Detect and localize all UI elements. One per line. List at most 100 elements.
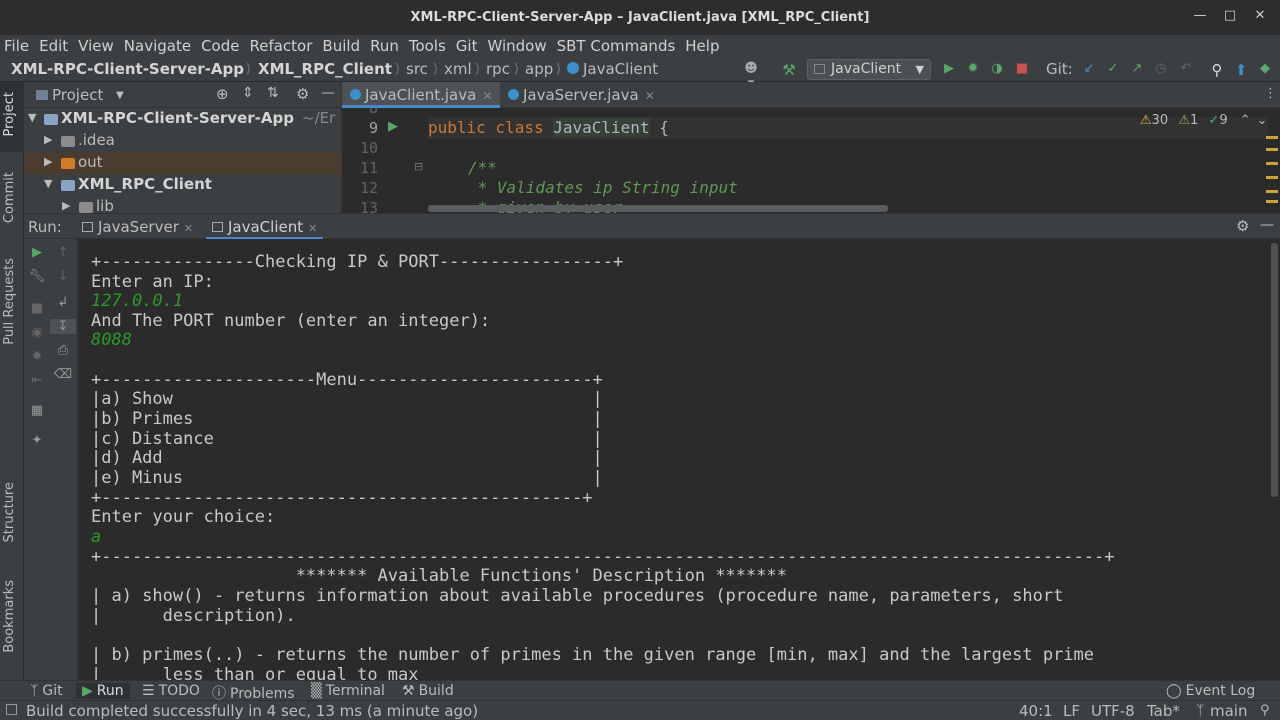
collapse-all-icon[interactable]: ⇕ bbox=[242, 85, 254, 101]
file-encoding[interactable]: UTF-8 bbox=[1091, 702, 1135, 720]
menu-code[interactable]: Code bbox=[201, 37, 239, 55]
git-update-icon[interactable]: ↙ bbox=[1080, 61, 1098, 76]
minimize-icon[interactable]: — bbox=[1190, 8, 1210, 23]
menu-git[interactable]: Git bbox=[456, 37, 478, 55]
horizontal-scrollbar[interactable] bbox=[428, 205, 888, 212]
tree-item-out[interactable]: ▶ out bbox=[24, 152, 342, 174]
bottom-tab-todo[interactable]: ☰ TODO bbox=[142, 683, 200, 699]
debug-icon[interactable]: ✹ bbox=[964, 61, 982, 76]
close-icon[interactable]: ✕ bbox=[1250, 8, 1270, 23]
run-console[interactable]: +---------------Checking IP & PORT------… bbox=[78, 239, 1268, 680]
tool-tab-commit[interactable]: Commit bbox=[2, 172, 17, 223]
menu-help[interactable]: Help bbox=[685, 37, 719, 55]
breadcrumb-file[interactable]: JavaClient bbox=[583, 60, 658, 78]
layout-icon[interactable]: ▦ bbox=[24, 403, 50, 418]
run-configuration-select[interactable]: JavaClient ▼ bbox=[807, 59, 931, 80]
plugin-icon[interactable]: ◆ bbox=[1256, 61, 1274, 76]
menu-navigate[interactable]: Navigate bbox=[124, 37, 191, 55]
breadcrumb-src[interactable]: src bbox=[406, 60, 428, 78]
debug-icon[interactable]: ✹ bbox=[24, 349, 50, 364]
maximize-icon[interactable]: □ bbox=[1220, 8, 1240, 23]
menu-refactor[interactable]: Refactor bbox=[249, 37, 312, 55]
tree-item-idea[interactable]: ▶ .idea bbox=[24, 130, 342, 152]
hide-icon[interactable]: — bbox=[321, 85, 335, 101]
status-message[interactable]: Build completed successfully in 4 sec, 1… bbox=[26, 702, 478, 720]
editor-tab-javaclient[interactable]: JavaClient.java ✕ bbox=[342, 82, 500, 108]
console-scrollbar[interactable] bbox=[1268, 239, 1280, 680]
run-icon[interactable]: ▶ bbox=[940, 61, 958, 76]
rerun-icon[interactable]: ▶ bbox=[24, 245, 50, 260]
tool-tab-structure[interactable]: Structure bbox=[2, 482, 17, 542]
scrollbar-thumb[interactable] bbox=[1271, 243, 1278, 497]
stop-icon[interactable]: ■ bbox=[24, 301, 50, 316]
inspections-widget[interactable]: ⚠30 ⚠1 ✓9 ⌃ ⌄ bbox=[1140, 113, 1268, 128]
tree-item-lib[interactable]: ▶ lib bbox=[24, 196, 342, 213]
breadcrumb-project[interactable]: XML-RPC-Client-Server-App bbox=[11, 60, 244, 78]
error-stripe[interactable] bbox=[1266, 132, 1278, 212]
search-icon[interactable]: ⚲ bbox=[1208, 61, 1226, 79]
breadcrumb-app[interactable]: app bbox=[525, 60, 553, 78]
bottom-tab-run[interactable]: ▶ Run bbox=[76, 683, 130, 699]
run-tab-javaclient[interactable]: JavaClient ✕ bbox=[206, 214, 324, 240]
rollback-icon[interactable]: ↶ bbox=[1177, 61, 1195, 76]
close-tab-icon[interactable]: ✕ bbox=[482, 89, 492, 103]
print-icon[interactable]: ⎙ bbox=[50, 343, 76, 358]
bottom-tab-build[interactable]: ⚒ Build bbox=[402, 683, 454, 699]
coverage-icon[interactable]: ◑ bbox=[988, 61, 1006, 76]
trash-icon[interactable]: ⌫ bbox=[50, 367, 76, 382]
git-commit-icon[interactable]: ✓ bbox=[1104, 61, 1122, 76]
run-tab-javaserver[interactable]: JavaServer ✕ bbox=[76, 214, 199, 240]
git-branch[interactable]: main bbox=[1210, 702, 1247, 720]
ide-update-icon[interactable]: ⬆ bbox=[1232, 61, 1250, 79]
breadcrumb-xml[interactable]: xml bbox=[444, 60, 472, 78]
expand-icon[interactable]: ⇅ bbox=[267, 85, 279, 101]
tree-item-project-root[interactable]: ▼ XML-RPC-Client-Server-App ~/Er bbox=[24, 108, 342, 130]
bottom-tab-event-log[interactable]: ◯ Event Log bbox=[1166, 683, 1255, 699]
menu-tools[interactable]: Tools bbox=[409, 37, 446, 55]
camera-icon[interactable]: ◉ bbox=[24, 325, 50, 340]
chevron-up-icon[interactable]: ⌃ bbox=[1240, 113, 1251, 128]
exit-icon[interactable]: ⇤ bbox=[24, 373, 50, 388]
menu-sbt-commands[interactable]: SBT Commands bbox=[557, 37, 676, 55]
build-hammer-icon[interactable]: ⚒ bbox=[780, 61, 798, 79]
tool-tab-project[interactable]: Project bbox=[2, 92, 17, 136]
editor-tab-javaserver[interactable]: JavaServer.java ✕ bbox=[500, 82, 662, 108]
lock-icon[interactable]: ⚲ bbox=[1260, 703, 1270, 718]
soft-wrap-icon[interactable]: ↲ bbox=[50, 295, 76, 310]
menu-view[interactable]: View bbox=[78, 37, 114, 55]
locate-icon[interactable]: ⊕ bbox=[216, 85, 229, 103]
project-view-select[interactable]: Project bbox=[52, 86, 103, 104]
menu-build[interactable]: Build bbox=[322, 37, 360, 55]
tool-tab-bookmarks[interactable]: Bookmarks bbox=[2, 580, 17, 653]
close-tab-icon[interactable]: ✕ bbox=[308, 222, 317, 235]
scroll-to-end-icon[interactable]: ↧ bbox=[50, 319, 76, 334]
wrench-icon[interactable]: 🔧︎ bbox=[24, 269, 50, 284]
hide-icon[interactable]: — bbox=[1260, 217, 1274, 233]
status-icon[interactable] bbox=[6, 704, 17, 715]
line-separator[interactable]: LF bbox=[1063, 702, 1080, 720]
indent-setting[interactable]: Tab* bbox=[1147, 702, 1180, 720]
close-tab-icon[interactable]: ✕ bbox=[184, 222, 193, 235]
gear-icon[interactable]: ⚙ bbox=[296, 85, 309, 103]
arrow-up-icon[interactable]: ↑ bbox=[50, 245, 76, 260]
close-tab-icon[interactable]: ✕ bbox=[645, 89, 655, 103]
code-area[interactable]: public class JavaClient { /** * Validate… bbox=[342, 108, 1268, 213]
bottom-tab-terminal[interactable]: ▒ Terminal bbox=[311, 683, 385, 699]
menu-window[interactable]: Window bbox=[487, 37, 546, 55]
pin-icon[interactable]: ✦ bbox=[24, 433, 50, 448]
menu-edit[interactable]: Edit bbox=[39, 37, 68, 55]
chevron-down-icon[interactable]: ▼ bbox=[116, 90, 124, 101]
stop-icon[interactable]: ■ bbox=[1013, 61, 1031, 76]
bottom-tab-git[interactable]: ᛉ Git bbox=[30, 683, 63, 699]
caret-position[interactable]: 40:1 bbox=[1019, 702, 1053, 720]
arrow-down-icon[interactable]: ↓ bbox=[50, 269, 76, 284]
breadcrumb-rpc[interactable]: rpc bbox=[486, 60, 510, 78]
tool-tab-pull-requests[interactable]: Pull Requests bbox=[2, 258, 17, 345]
breadcrumb-module[interactable]: XML_RPC_Client bbox=[258, 60, 392, 78]
tree-item-module[interactable]: ▼ XML_RPC_Client bbox=[24, 174, 342, 196]
menu-file[interactable]: File bbox=[4, 37, 29, 55]
chevron-down-icon[interactable]: ⌄ bbox=[1257, 113, 1268, 128]
menu-run[interactable]: Run bbox=[370, 37, 399, 55]
history-icon[interactable]: ◷ bbox=[1152, 61, 1170, 76]
git-push-icon[interactable]: ↗ bbox=[1128, 61, 1146, 76]
